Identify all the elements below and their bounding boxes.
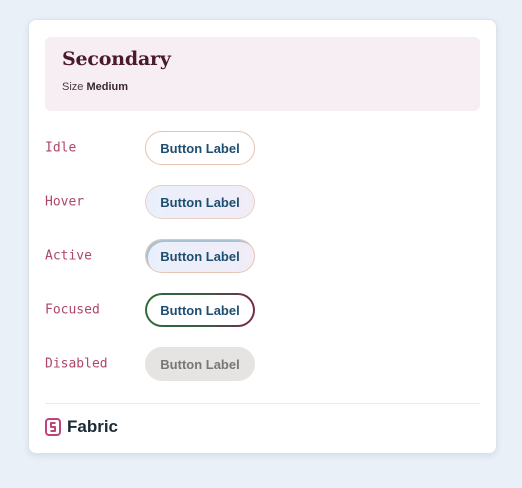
button-focused[interactable]: Button Label [145, 293, 255, 327]
brand-name: Fabric [67, 417, 119, 436]
state-row-idle: Idle Button Label [45, 131, 480, 165]
component-card: Secondary Size Medium Idle Button Label … [28, 19, 497, 454]
state-label-active: Active [45, 248, 92, 264]
footer: Fabric [45, 416, 118, 438]
footer-divider [45, 403, 480, 404]
button-disabled: Button Label [145, 347, 255, 381]
size-value: Medium [86, 81, 129, 93]
state-label-idle: Idle [45, 140, 77, 156]
state-row-active: Active Button Label [45, 239, 480, 273]
state-row-focused: Focused Button Label [45, 293, 480, 327]
size-line: Size Medium [62, 81, 128, 93]
fabric-logo-icon [45, 418, 61, 436]
state-label-disabled: Disabled [45, 356, 108, 372]
size-label: Size [62, 81, 84, 93]
button-active[interactable]: Button Label [145, 239, 255, 273]
state-label-hover: Hover [45, 194, 85, 210]
button-idle[interactable]: Button Label [145, 131, 255, 165]
state-row-disabled: Disabled Button Label [45, 347, 480, 381]
button-hover[interactable]: Button Label [145, 185, 255, 219]
state-row-hover: Hover Button Label [45, 185, 480, 219]
component-title: Secondary [62, 48, 171, 70]
component-header: Secondary Size Medium [45, 37, 480, 111]
state-label-focused: Focused [45, 302, 100, 318]
